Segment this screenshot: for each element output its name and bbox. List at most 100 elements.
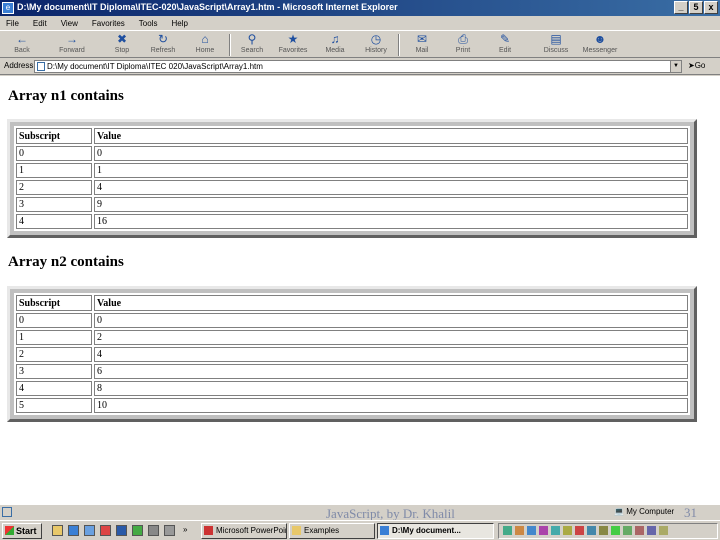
subscript-cell: 1 <box>16 163 92 178</box>
subscript-cell: 0 <box>16 146 92 161</box>
quicklaunch-icon[interactable] <box>164 525 175 536</box>
quicklaunch-icon[interactable] <box>148 525 159 536</box>
ie-app-icon[interactable]: e <box>2 2 14 14</box>
value-cell: 6 <box>94 364 688 379</box>
tray-icon[interactable] <box>551 526 560 535</box>
table-row: 11 <box>16 163 688 178</box>
table-array-n2: Subscript Value 00 12 24 36 48 5 10 <box>7 286 697 422</box>
internet-explorer-icon[interactable] <box>68 525 79 536</box>
table-row: 36 <box>16 364 688 379</box>
tray-icon[interactable] <box>563 526 572 535</box>
value-cell: 4 <box>94 180 688 195</box>
menu-file[interactable]: File <box>0 19 27 28</box>
title-bar: e D:\My document\IT Diploma\ITEC-020\Jav… <box>0 0 720 16</box>
discuss-button[interactable]: ▤ Discuss <box>536 32 576 58</box>
slide-page-number: 31 <box>684 505 697 520</box>
print-button[interactable]: ⎙ Print <box>443 32 483 58</box>
value-cell: 0 <box>94 146 688 161</box>
maximize-button[interactable]: 5 <box>689 1 703 14</box>
taskbar: Start » Microsoft PowerPoint... Examples… <box>0 520 720 540</box>
table-row: 24 <box>16 347 688 362</box>
tray-icon[interactable] <box>623 526 632 535</box>
back-arrow-icon: ← <box>16 32 28 46</box>
tray-icon[interactable] <box>503 526 512 535</box>
refresh-button[interactable]: ↻ Refresh <box>143 32 183 58</box>
discuss-icon: ▤ <box>550 32 562 46</box>
subscript-cell: 3 <box>16 364 92 379</box>
favorites-button[interactable]: ★ Favorites <box>273 32 313 58</box>
menu-tools[interactable]: Tools <box>133 19 166 28</box>
go-button[interactable]: ➤Go <box>688 61 705 70</box>
address-value: D:\My document\IT Diploma\ITEC 020\JavaS… <box>47 62 263 71</box>
address-dropdown-icon[interactable]: ▼ <box>670 61 681 72</box>
word-quicklaunch-icon[interactable] <box>116 525 127 536</box>
value-cell: 10 <box>94 398 688 413</box>
tray-icon[interactable] <box>575 526 584 535</box>
tray-icon[interactable] <box>527 526 536 535</box>
forward-button[interactable]: → Forward <box>52 32 92 58</box>
tray-icon[interactable] <box>515 526 524 535</box>
table-array-n1: Subscript Value 00 11 24 39 4 16 <box>7 119 697 238</box>
excel-quicklaunch-icon[interactable] <box>132 525 143 536</box>
back-button[interactable]: ← Back <box>2 32 42 58</box>
heading-array-n2: Array n2 contains <box>8 254 124 270</box>
history-button[interactable]: ◷ History <box>356 32 396 58</box>
table-row: 39 <box>16 197 688 212</box>
menu-favorites[interactable]: Favorites <box>86 19 133 28</box>
table-header-row: Subscript Value <box>16 295 688 311</box>
tray-icon[interactable] <box>647 526 656 535</box>
home-icon: ⌂ <box>201 32 209 46</box>
media-button[interactable]: ♫ Media <box>315 32 355 58</box>
powerpoint-quicklaunch-icon[interactable] <box>100 525 111 536</box>
print-icon: ⎙ <box>458 32 468 46</box>
tray-icon[interactable] <box>659 526 668 535</box>
windows-logo-icon <box>5 526 14 535</box>
outlook-icon[interactable] <box>84 525 95 536</box>
refresh-icon: ↻ <box>157 32 169 46</box>
close-button[interactable]: x <box>704 1 718 14</box>
forward-arrow-icon: → <box>66 32 78 46</box>
tray-icon[interactable] <box>539 526 548 535</box>
tray-icon[interactable] <box>587 526 596 535</box>
search-button[interactable]: ⚲ Search <box>232 32 272 58</box>
address-label: Address <box>4 61 34 70</box>
start-button[interactable]: Start <box>2 523 42 539</box>
task-powerpoint[interactable]: Microsoft PowerPoint... <box>201 523 287 539</box>
menu-view[interactable]: View <box>55 19 86 28</box>
mail-icon: ✉ <box>416 32 428 46</box>
tray-icon[interactable] <box>635 526 644 535</box>
subscript-cell: 2 <box>16 180 92 195</box>
table-row: 48 <box>16 381 688 396</box>
quicklaunch-more-icon[interactable]: » <box>183 525 187 534</box>
task-internet-explorer[interactable]: D:\My document... <box>377 523 494 539</box>
edit-button[interactable]: ✎ Edit <box>485 32 525 58</box>
messenger-icon: ☻ <box>593 32 607 46</box>
menu-edit[interactable]: Edit <box>27 19 55 28</box>
messenger-button[interactable]: ☻ Messenger <box>580 32 620 58</box>
menu-bar: File Edit View Favorites Tools Help <box>0 16 720 30</box>
show-desktop-icon[interactable] <box>52 525 63 536</box>
tray-icon[interactable] <box>611 526 620 535</box>
media-icon: ♫ <box>330 32 340 46</box>
address-bar: Address D:\My document\IT Diploma\ITEC 0… <box>0 58 720 75</box>
standard-toolbar: ← Back → Forward ✖ Stop ↻ Refresh ⌂ Home ⚲ Sea… <box>0 30 720 58</box>
tray-icon[interactable] <box>599 526 608 535</box>
task-examples[interactable]: Examples <box>289 523 375 539</box>
address-input[interactable]: D:\My document\IT Diploma\ITEC 020\JavaS… <box>34 60 682 73</box>
value-cell: 9 <box>94 197 688 212</box>
security-zone: 💻 My Computer <box>614 507 675 516</box>
col-subscript-header: Subscript <box>16 295 92 311</box>
mail-button[interactable]: ✉ Mail <box>402 32 442 58</box>
home-button[interactable]: ⌂ Home <box>185 32 225 58</box>
value-cell: 1 <box>94 163 688 178</box>
value-cell: 8 <box>94 381 688 396</box>
search-icon: ⚲ <box>247 32 257 46</box>
status-bar: JavaScript, by Dr. Khalil 💻 My Computer … <box>0 504 720 521</box>
stop-button[interactable]: ✖ Stop <box>102 32 142 58</box>
powerpoint-icon <box>204 526 213 535</box>
minimize-button[interactable]: _ <box>674 1 688 14</box>
menu-help[interactable]: Help <box>165 19 195 28</box>
value-cell: 4 <box>94 347 688 362</box>
table-header-row: Subscript Value <box>16 128 688 144</box>
table-row: 5 10 <box>16 398 688 413</box>
